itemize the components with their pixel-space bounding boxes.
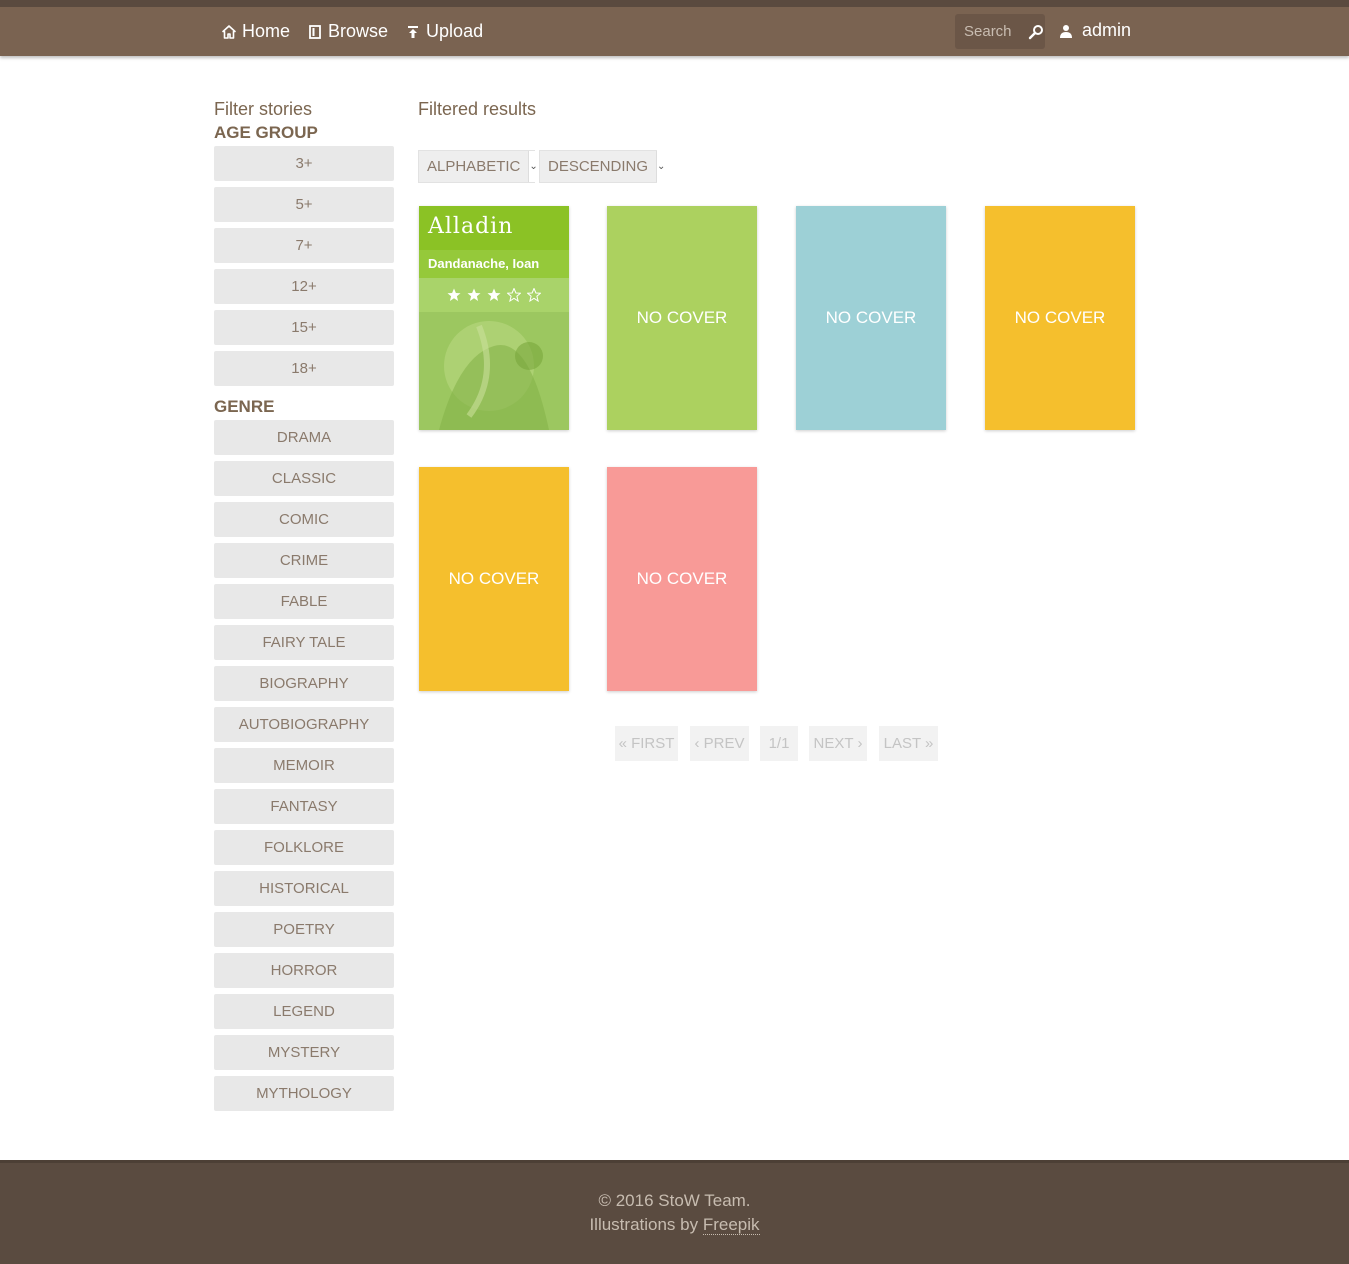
- no-cover-label: NO COVER: [825, 308, 917, 327]
- page-next-button[interactable]: NEXT ›: [809, 726, 867, 761]
- page-last-button[interactable]: LAST »: [879, 726, 938, 761]
- results-title: Filtered results: [418, 99, 537, 119]
- page-first-button[interactable]: « FIRST: [615, 726, 678, 761]
- filter-genre-horror[interactable]: HORROR: [214, 953, 394, 988]
- star-empty-icon: [527, 288, 541, 302]
- search-icon[interactable]: [1028, 24, 1044, 40]
- nav-home-label: Home: [242, 21, 291, 41]
- footer: © 2016 StoW Team. Illustrations by Freep…: [0, 1160, 1349, 1264]
- filter-age-15[interactable]: 15+: [214, 310, 394, 345]
- sidebar-title: Filter stories: [214, 99, 313, 119]
- filter-age-18[interactable]: 18+: [214, 351, 394, 386]
- page-current: 1/1: [760, 726, 798, 761]
- footer-credits: Illustrations by Freepik: [0, 1215, 1349, 1235]
- page-prev-button[interactable]: ‹ PREV: [690, 726, 749, 761]
- filter-age-7[interactable]: 7+: [214, 228, 394, 263]
- filter-genre-autobiography[interactable]: AUTOBIOGRAPHY: [214, 707, 394, 742]
- chevron-down-icon: ⌄: [528, 151, 538, 182]
- chevron-down-icon: ⌄: [656, 151, 666, 182]
- nav-upload[interactable]: Upload: [406, 21, 483, 42]
- no-cover-label: NO COVER: [636, 308, 728, 327]
- story-title: Alladin: [428, 214, 514, 239]
- filter-genre-poetry[interactable]: POETRY: [214, 912, 394, 947]
- nav-home[interactable]: Home: [222, 21, 290, 42]
- story-card-nocover[interactable]: NO COVER: [796, 206, 946, 430]
- filter-genre-classic[interactable]: CLASSIC: [214, 461, 394, 496]
- age-group-list: 3+ 5+ 7+ 12+ 15+ 18+: [214, 146, 394, 386]
- filter-genre-comic[interactable]: COMIC: [214, 502, 394, 537]
- sort-by-value: ALPHABETIC: [427, 158, 521, 175]
- user-icon: [1060, 24, 1072, 38]
- filter-genre-drama[interactable]: DRAMA: [214, 420, 394, 455]
- filter-genre-mythology[interactable]: MYTHOLOGY: [214, 1076, 394, 1111]
- filter-genre-historical[interactable]: HISTORICAL: [214, 871, 394, 906]
- nav-browse-label: Browse: [328, 21, 389, 41]
- story-card-alladin[interactable]: Alladin Dandanache, Ioan: [419, 206, 569, 430]
- top-navbar: Home Browse Upload admin: [0, 0, 1349, 56]
- search-box: [955, 14, 1045, 49]
- main-nav: Home Browse Upload: [222, 21, 483, 42]
- story-card-nocover[interactable]: NO COVER: [985, 206, 1135, 430]
- age-group-title: AGE GROUP: [214, 123, 318, 142]
- story-author: Dandanache, Ioan: [419, 250, 569, 278]
- sort-controls: ALPHABETIC ⌄ DESCENDING ⌄: [418, 150, 666, 183]
- filter-age-5[interactable]: 5+: [214, 187, 394, 222]
- star-empty-icon: [507, 288, 521, 302]
- filter-genre-fantasy[interactable]: FANTASY: [214, 789, 394, 824]
- sort-order-select[interactable]: DESCENDING ⌄: [539, 150, 666, 183]
- filter-genre-mystery[interactable]: MYSTERY: [214, 1035, 394, 1070]
- filter-age-12[interactable]: 12+: [214, 269, 394, 304]
- genre-title: GENRE: [214, 397, 275, 416]
- story-card-nocover[interactable]: NO COVER: [607, 206, 757, 430]
- star-filled-icon: [447, 288, 461, 301]
- filter-sidebar: Filter stories AGE GROUP 3+ 5+ 7+ 12+ 15…: [214, 96, 394, 1117]
- genre-list: DRAMA CLASSIC COMIC CRIME FABLE FAIRY TA…: [214, 420, 394, 1111]
- footer-credits-prefix: Illustrations by: [589, 1215, 703, 1234]
- story-card-nocover[interactable]: NO COVER: [419, 467, 569, 691]
- story-card-nocover[interactable]: NO COVER: [607, 467, 757, 691]
- story-rating: [419, 278, 569, 312]
- star-filled-icon: [487, 288, 501, 301]
- sort-order-value: DESCENDING: [548, 158, 649, 175]
- filter-age-3[interactable]: 3+: [214, 146, 394, 181]
- filter-genre-biography[interactable]: BIOGRAPHY: [214, 666, 394, 701]
- filter-genre-fable[interactable]: FABLE: [214, 584, 394, 619]
- upload-icon: [408, 25, 419, 38]
- no-cover-label: NO COVER: [1014, 308, 1106, 327]
- filter-genre-fairy-tale[interactable]: FAIRY TALE: [214, 625, 394, 660]
- no-cover-label: NO COVER: [448, 569, 540, 588]
- sort-by-select[interactable]: ALPHABETIC ⌄: [418, 150, 538, 183]
- nav-browse[interactable]: Browse: [308, 21, 388, 42]
- footer-copyright: © 2016 StoW Team.: [598, 1191, 751, 1210]
- star-filled-icon: [467, 288, 481, 301]
- filter-genre-memoir[interactable]: MEMOIR: [214, 748, 394, 783]
- no-cover-label: NO COVER: [636, 569, 728, 588]
- book-icon: [309, 24, 321, 39]
- filter-genre-legend[interactable]: LEGEND: [214, 994, 394, 1029]
- home-icon: [222, 24, 236, 39]
- nav-upload-label: Upload: [426, 21, 484, 41]
- user-menu[interactable]: admin: [1060, 20, 1131, 41]
- filter-genre-folklore[interactable]: FOLKLORE: [214, 830, 394, 865]
- username: admin: [1082, 20, 1132, 40]
- filter-genre-crime[interactable]: CRIME: [214, 543, 394, 578]
- freepik-link[interactable]: Freepik: [702, 1215, 760, 1235]
- story-title-bar: Alladin: [419, 206, 569, 250]
- search-input[interactable]: [964, 23, 1022, 40]
